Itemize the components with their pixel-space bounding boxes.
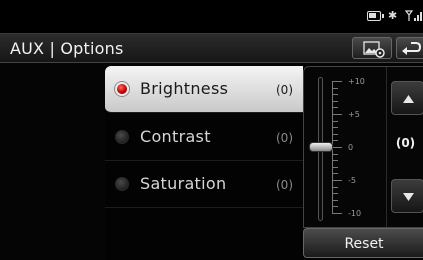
scale-tick [332, 173, 338, 174]
adjust-panel: +10 +5 0 -5 -10 (0) [303, 66, 423, 228]
scale-tick [332, 94, 338, 95]
scale-label-plus5: +5 [348, 110, 360, 119]
scale-tick [332, 121, 338, 122]
triangle-up-icon [403, 95, 414, 103]
scale-tick [332, 206, 338, 207]
option-label: Contrast [140, 127, 211, 146]
current-value: (0) [395, 136, 416, 150]
scale-tick [332, 213, 342, 214]
option-label: Saturation [140, 174, 227, 193]
radio-indicator-icon [115, 82, 129, 96]
triangle-down-icon [403, 193, 414, 201]
scale-label-minus10: -10 [348, 209, 362, 218]
scale-tick [332, 140, 338, 141]
options-list: Brightness (0) Contrast (0) Saturation (… [105, 66, 303, 260]
battery-icon [367, 11, 384, 21]
scale-label-zero: 0 [348, 143, 354, 152]
decrease-button[interactable] [391, 179, 423, 213]
picture-settings-icon [363, 41, 385, 58]
option-brightness[interactable]: Brightness (0) [105, 66, 303, 113]
option-saturation[interactable]: Saturation (0) [105, 161, 303, 208]
scale-tick [332, 114, 342, 115]
scale-tick [332, 200, 338, 201]
scale-tick [332, 180, 342, 181]
page-title: AUX | Options [10, 39, 124, 58]
option-label: Brightness [140, 79, 229, 98]
option-value: (0) [276, 83, 293, 97]
bluetooth-icon: ✱ [388, 9, 398, 22]
signal-icon [404, 10, 423, 22]
display-settings-button[interactable] [352, 37, 392, 59]
scale-tick [332, 160, 338, 161]
scale-tick [332, 107, 338, 108]
radio-indicator-icon [115, 130, 129, 144]
back-arrow-icon [402, 42, 422, 55]
title-bar: AUX | Options [0, 33, 423, 63]
scale-tick [332, 167, 338, 168]
scale-tick [332, 134, 338, 135]
scale-tick [332, 88, 338, 89]
increase-button[interactable] [391, 81, 423, 115]
radio-indicator-icon [115, 177, 129, 191]
scale-tick [332, 81, 342, 82]
back-button[interactable] [396, 37, 423, 59]
level-slider[interactable]: +10 +5 0 -5 -10 [304, 67, 386, 227]
option-value: (0) [276, 131, 293, 145]
reset-label: Reset [344, 236, 384, 252]
scale-tick [332, 187, 338, 188]
scale-tick [332, 147, 342, 148]
scale-tick [332, 154, 338, 155]
status-bar: ✱ [0, 0, 423, 33]
option-contrast[interactable]: Contrast (0) [105, 114, 303, 161]
scale-tick [332, 101, 338, 102]
slider-knob[interactable] [309, 142, 333, 152]
scale-tick [332, 127, 338, 128]
scale-label-minus5: -5 [348, 176, 356, 185]
reset-button[interactable]: Reset [303, 228, 423, 258]
scale-tick [332, 193, 338, 194]
option-value: (0) [276, 178, 293, 192]
scale-label-plus10: +10 [348, 77, 365, 86]
left-gutter [0, 63, 105, 260]
value-column: (0) [386, 67, 423, 227]
